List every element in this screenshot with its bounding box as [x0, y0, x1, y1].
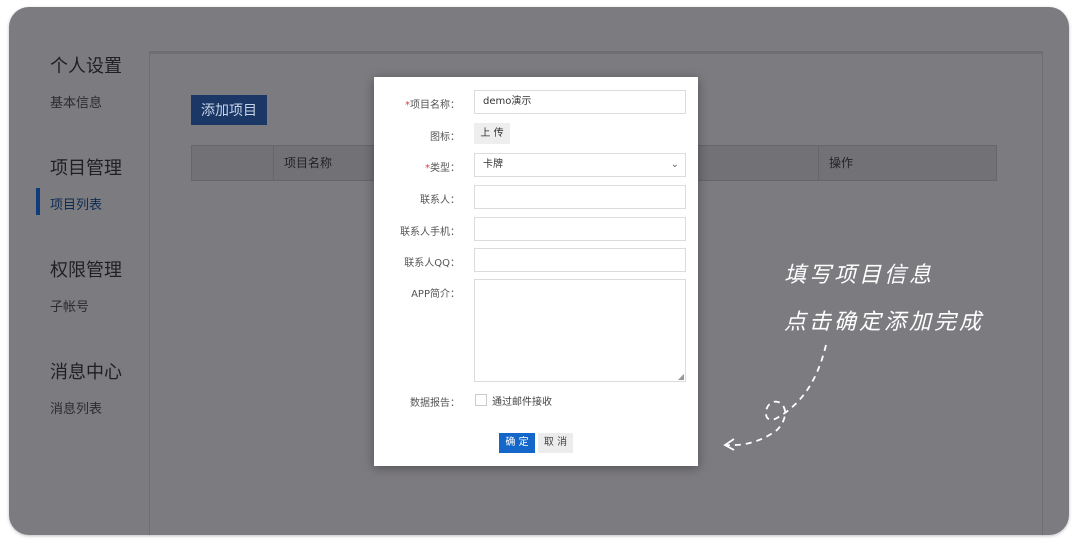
- dashed-arrow-icon: [723, 344, 827, 451]
- sidebar-item-basic-info[interactable]: 基本信息: [50, 92, 102, 111]
- contact-qq-input[interactable]: [474, 248, 686, 272]
- column-header-actions: 操作: [829, 156, 854, 170]
- sidebar-item-message-list[interactable]: 消息列表: [50, 398, 102, 417]
- contact-label: 联系人：: [420, 195, 460, 206]
- column-header-project-name: 项目名称: [284, 156, 333, 170]
- column-divider: [273, 146, 274, 180]
- chevron-down-icon: ⌄: [670, 159, 679, 170]
- add-project-button[interactable]: 添加项目: [191, 95, 267, 125]
- contact-input[interactable]: [474, 185, 686, 209]
- nav-group-messages: 消息中心: [50, 362, 122, 383]
- upload-button[interactable]: 上 传: [474, 123, 510, 144]
- contact-phone-input[interactable]: [474, 217, 686, 241]
- project-name-input[interactable]: demo演示: [474, 90, 686, 114]
- add-project-dialog: *项目名称： demo演示 图标： 上 传 *类型： 卡牌 ⌄ 联系人： 联系人…: [374, 77, 698, 466]
- sidebar-item-project-list[interactable]: 项目列表: [50, 194, 102, 213]
- app-intro-label: APP简介：: [411, 289, 460, 300]
- cancel-button[interactable]: 取 消: [538, 433, 573, 453]
- nav-group-projects: 项目管理: [50, 158, 122, 179]
- app-intro-textarea[interactable]: ◢: [474, 279, 686, 382]
- contact-phone-label: 联系人手机：: [400, 227, 460, 238]
- active-indicator: [36, 188, 40, 215]
- nav-group-permissions: 权限管理: [50, 260, 122, 281]
- contact-qq-label: 联系人QQ：: [404, 258, 460, 269]
- confirm-button[interactable]: 确 定: [499, 433, 535, 453]
- resize-handle-icon[interactable]: ◢: [678, 372, 684, 381]
- column-divider: [818, 146, 819, 180]
- email-report-checkbox[interactable]: [475, 394, 487, 406]
- type-label: *类型：: [425, 163, 460, 174]
- sidebar: 个人设置 基本信息 项目管理 项目列表 权限管理 子帐号 消息中心 消息列表: [9, 7, 149, 535]
- sidebar-item-sub-accounts[interactable]: 子帐号: [50, 296, 89, 315]
- icon-label: 图标：: [430, 132, 460, 143]
- data-report-label: 数据报告：: [410, 398, 460, 409]
- type-select-value: 卡牌: [483, 159, 503, 170]
- type-select[interactable]: 卡牌 ⌄: [474, 153, 686, 177]
- nav-group-personal: 个人设置: [50, 56, 122, 77]
- hint-line-2: 点击确定添加完成: [784, 310, 985, 335]
- email-report-label: 通过邮件接收: [492, 397, 552, 408]
- hint-line-1: 填写项目信息: [784, 263, 935, 288]
- project-name-label: *项目名称：: [405, 100, 460, 111]
